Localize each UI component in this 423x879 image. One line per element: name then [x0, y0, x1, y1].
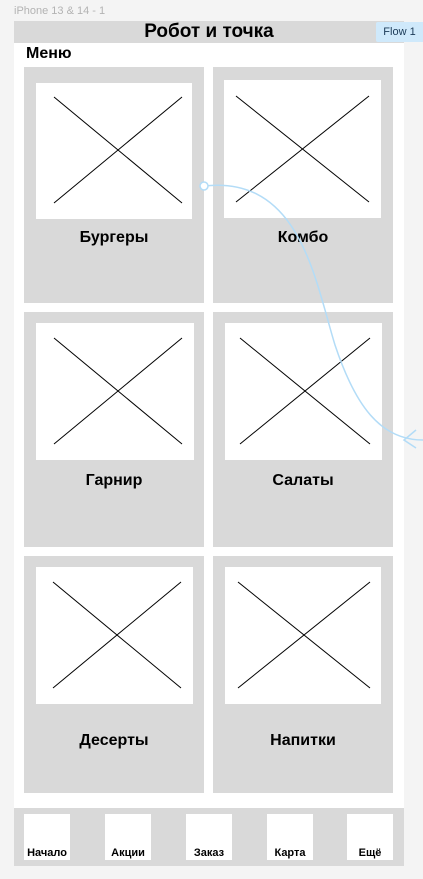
tab-home[interactable]: Начало: [24, 814, 70, 860]
category-label: Салаты: [272, 472, 334, 489]
tab-bar: Начало Акции Заказ Карта Ещё: [14, 808, 404, 866]
tab-label: Начало: [27, 847, 67, 859]
menu-title: Меню: [26, 45, 72, 62]
image-placeholder-icon: [36, 567, 193, 704]
image-placeholder-icon: [36, 323, 194, 460]
phone-frame: Робот и точка Меню Бургеры Комбо Гарнир …: [14, 21, 404, 866]
category-tile-salads[interactable]: Салаты: [213, 312, 393, 547]
tab-more[interactable]: Ещё: [347, 814, 393, 860]
arrow-head-icon: [402, 429, 417, 449]
category-label: Гарнир: [85, 472, 143, 489]
category-label: Десерты: [79, 732, 149, 749]
tab-label: Акции: [111, 847, 145, 859]
frame-label: iPhone 13 & 14 - 1: [14, 5, 106, 17]
tab-label: Карта: [274, 847, 306, 859]
category-tile-combo[interactable]: Комбо: [213, 67, 393, 303]
category-tile-sides[interactable]: Гарнир: [24, 312, 204, 547]
tab-promotions[interactable]: Акции: [105, 814, 151, 860]
page-title: Робот и точка: [144, 21, 274, 42]
category-label: Комбо: [277, 229, 329, 246]
image-placeholder-icon: [224, 80, 381, 218]
tab-order[interactable]: Заказ: [186, 814, 232, 860]
category-tile-burgers[interactable]: Бургеры: [24, 67, 204, 303]
tab-label: Заказ: [193, 847, 225, 859]
category-label: Бургеры: [79, 229, 149, 246]
image-placeholder-icon: [225, 567, 381, 704]
image-placeholder-icon: [36, 83, 192, 219]
app-header: Робот и точка: [14, 21, 404, 43]
category-tile-desserts[interactable]: Десерты: [24, 556, 204, 793]
tab-label: Ещё: [358, 847, 382, 859]
image-placeholder-icon: [225, 323, 382, 460]
category-tile-drinks[interactable]: Напитки: [213, 556, 393, 793]
tab-map[interactable]: Карта: [267, 814, 313, 860]
flow-start-badge[interactable]: Flow 1: [376, 22, 423, 42]
category-label: Напитки: [270, 732, 336, 749]
